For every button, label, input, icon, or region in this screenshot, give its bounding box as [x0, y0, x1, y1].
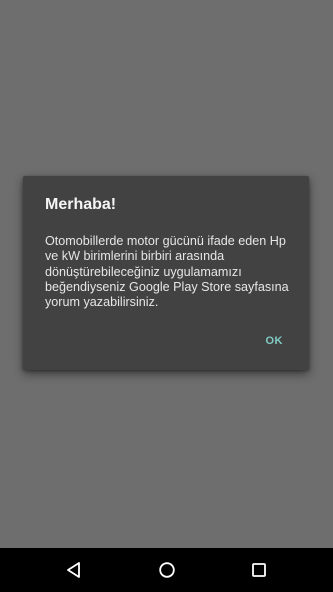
recent-apps-button[interactable] [237, 548, 281, 592]
dialog-message: Otomobillerde motor gücünü ifade eden Hp… [45, 234, 289, 310]
app-screen: Merhaba! Otomobillerde motor gücünü ifad… [0, 0, 333, 592]
ok-button[interactable]: OK [262, 332, 288, 350]
recent-apps-square-icon [252, 563, 266, 577]
back-button[interactable] [52, 548, 96, 592]
system-navigation-bar [0, 548, 333, 592]
back-triangle-icon [67, 562, 80, 578]
rate-app-dialog: Merhaba! Otomobillerde motor gücünü ifad… [23, 176, 309, 370]
home-button[interactable] [145, 548, 189, 592]
dialog-title: Merhaba! [45, 196, 117, 213]
home-circle-icon [159, 562, 175, 578]
